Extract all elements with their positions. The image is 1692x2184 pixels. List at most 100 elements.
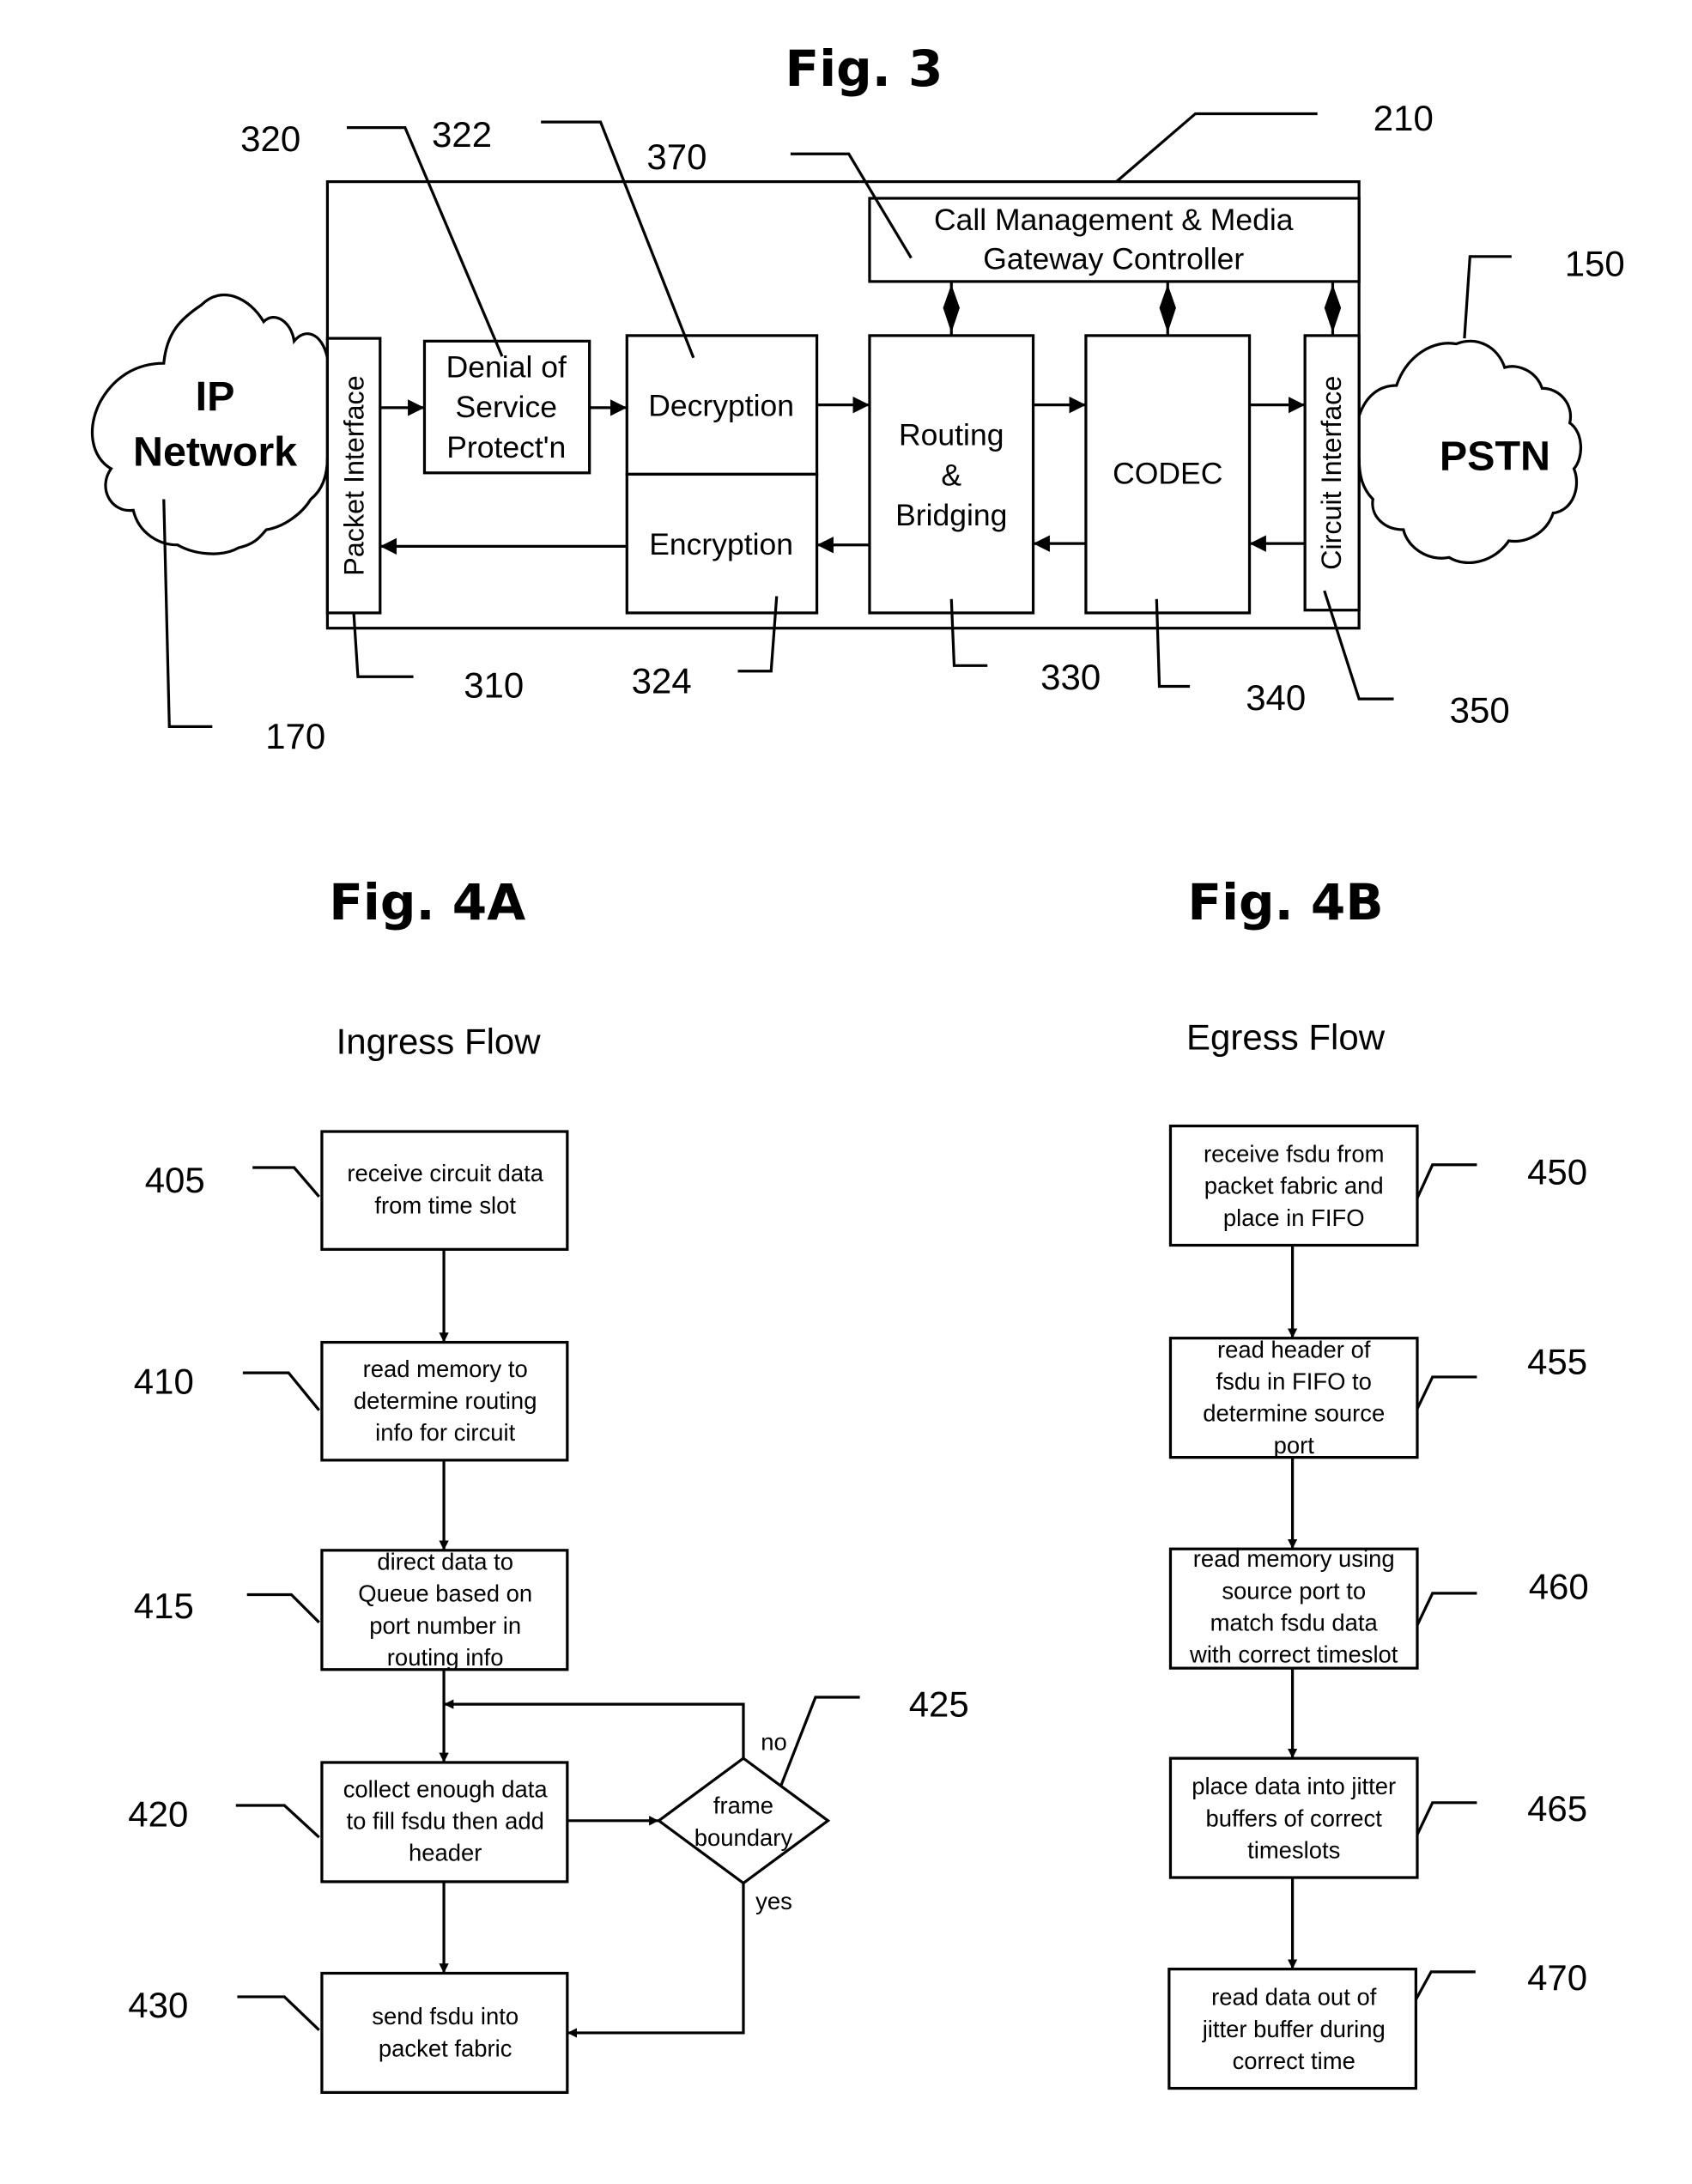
leader-line-150: [1463, 255, 1512, 339]
ref-450: 450: [1527, 1151, 1587, 1192]
decision-425-diamond[interactable]: [656, 1756, 831, 1885]
step-text: routing info: [387, 1644, 504, 1671]
ref-405: 405: [145, 1160, 205, 1200]
call-management-label-1: Call Management & Media: [934, 203, 1294, 237]
ref-430: 430: [128, 1985, 188, 2025]
step-text: with correct timeslot: [1189, 1641, 1398, 1668]
step-text: fsdu in FIFO to: [1216, 1368, 1371, 1394]
step-text: match fsdu data: [1210, 1610, 1379, 1636]
call-management-label-2: Gateway Controller: [983, 241, 1244, 276]
leader-line-210: [1115, 112, 1318, 183]
ref-425: 425: [909, 1684, 969, 1725]
ref-370: 370: [646, 136, 707, 177]
fig4a-title: Fig. 4A: [329, 873, 525, 931]
leader-line-415: [246, 1592, 320, 1623]
fig4a: Fig. 4A Ingress Flow receive circuit dat…: [128, 873, 969, 2095]
yes-arrow: [567, 1883, 745, 2038]
patent-drawing-sheet: Fig. 3 Call Management & Media Gateway C…: [90, 39, 1625, 2095]
step-text: header: [409, 1840, 482, 1866]
step-text: receive circuit data: [347, 1160, 543, 1186]
decryption-label: Decryption: [648, 389, 794, 423]
ref-350: 350: [1450, 690, 1510, 731]
decision-text: frame: [713, 1793, 773, 1819]
fig3-title: Fig. 3: [785, 39, 943, 98]
step-text: info for circuit: [375, 1419, 516, 1446]
step-text: read memory using: [1193, 1545, 1395, 1572]
step-text: determine routing: [354, 1387, 537, 1414]
leader-line-425: [779, 1696, 860, 1787]
step-text: source port to: [1222, 1577, 1366, 1604]
ref-310: 310: [464, 664, 524, 705]
leader-line-170: [162, 499, 213, 728]
ref-320: 320: [240, 118, 300, 159]
dos-label-1: Denial of: [446, 349, 567, 384]
leader-line-460: [1416, 1592, 1477, 1626]
leader-line-470: [1414, 1970, 1476, 2000]
ref-470: 470: [1527, 1957, 1587, 1998]
encryption-label: Encryption: [649, 527, 793, 561]
step-text: place in FIFO: [1223, 1204, 1365, 1231]
leader-line-410: [242, 1371, 320, 1411]
step-text: read memory to: [363, 1356, 528, 1382]
step-text: place data into jitter: [1192, 1773, 1396, 1799]
ref-322: 322: [432, 114, 492, 155]
routing-label-2: &: [941, 458, 961, 492]
step-text: collect enough data: [343, 1775, 549, 1802]
leader-line-465: [1416, 1801, 1477, 1835]
decision-yes-label: yes: [755, 1888, 792, 1914]
ref-465: 465: [1527, 1788, 1587, 1829]
fig4b: Fig. 4B Egress Flow receive fsdu from pa…: [1167, 873, 1589, 2090]
ref-340: 340: [1246, 677, 1306, 718]
ref-410: 410: [134, 1361, 194, 1401]
step-text: packet fabric and: [1204, 1173, 1384, 1199]
step-text: send fsdu into: [372, 2003, 519, 2029]
ref-150: 150: [1565, 243, 1625, 283]
fig4b-subtitle: Egress Flow: [1186, 1017, 1386, 1058]
fig4a-subtitle: Ingress Flow: [337, 1022, 542, 1062]
step-text: port: [1274, 1432, 1315, 1459]
ref-324: 324: [632, 661, 692, 701]
codec-label: CODEC: [1113, 457, 1222, 491]
decision-no-label: no: [761, 1728, 787, 1755]
packet-interface-label: Packet Interface: [338, 375, 369, 575]
step-430-box[interactable]: [320, 1971, 569, 2095]
step-text: direct data to: [377, 1548, 513, 1574]
ref-415: 415: [134, 1586, 194, 1626]
fig4b-title: Fig. 4B: [1187, 873, 1383, 931]
ref-210: 210: [1374, 98, 1434, 138]
leader-line-405: [252, 1166, 320, 1198]
no-loop-arrow: [444, 1699, 745, 1759]
ref-170: 170: [265, 716, 325, 756]
ref-330: 330: [1040, 657, 1101, 697]
pstn-label: PSTN: [1440, 434, 1550, 480]
step-text: from time slot: [374, 1192, 516, 1218]
step-text: read header of: [1217, 1336, 1371, 1362]
step-text: buffers of correct: [1206, 1805, 1383, 1831]
ip-network-label-2: Network: [133, 429, 297, 476]
routing-label-1: Routing: [899, 417, 1004, 452]
step-text: correct time: [1233, 2048, 1355, 2074]
dos-label-3: Protect'n: [446, 430, 566, 464]
circuit-interface-label: Circuit Interface: [1316, 376, 1347, 570]
decision-text: boundary: [694, 1824, 793, 1851]
ref-460: 460: [1529, 1566, 1589, 1606]
step-text: Queue based on: [358, 1580, 532, 1607]
step-text: receive fsdu from: [1204, 1141, 1384, 1168]
step-text: packet fabric: [379, 2035, 512, 2061]
ref-420: 420: [128, 1793, 188, 1834]
step-405-box[interactable]: [320, 1130, 569, 1251]
fig3: Fig. 3 Call Management & Media Gateway C…: [90, 39, 1625, 756]
leader-line-455: [1416, 1375, 1477, 1410]
step-text: read data out of: [1211, 1984, 1377, 2011]
step-text: to fill fsdu then add: [347, 1807, 544, 1834]
step-text: determine source: [1203, 1400, 1385, 1427]
dos-label-2: Service: [456, 390, 557, 424]
step-text: timeslots: [1247, 1836, 1340, 1863]
leader-line-430: [237, 1995, 320, 2031]
step-text: jitter buffer during: [1202, 2016, 1386, 2042]
leader-line-420: [235, 1804, 320, 1839]
ref-455: 455: [1527, 1342, 1587, 1382]
routing-label-3: Bridging: [895, 498, 1007, 532]
leader-line-450: [1416, 1163, 1477, 1199]
step-text: port number in: [369, 1612, 521, 1639]
